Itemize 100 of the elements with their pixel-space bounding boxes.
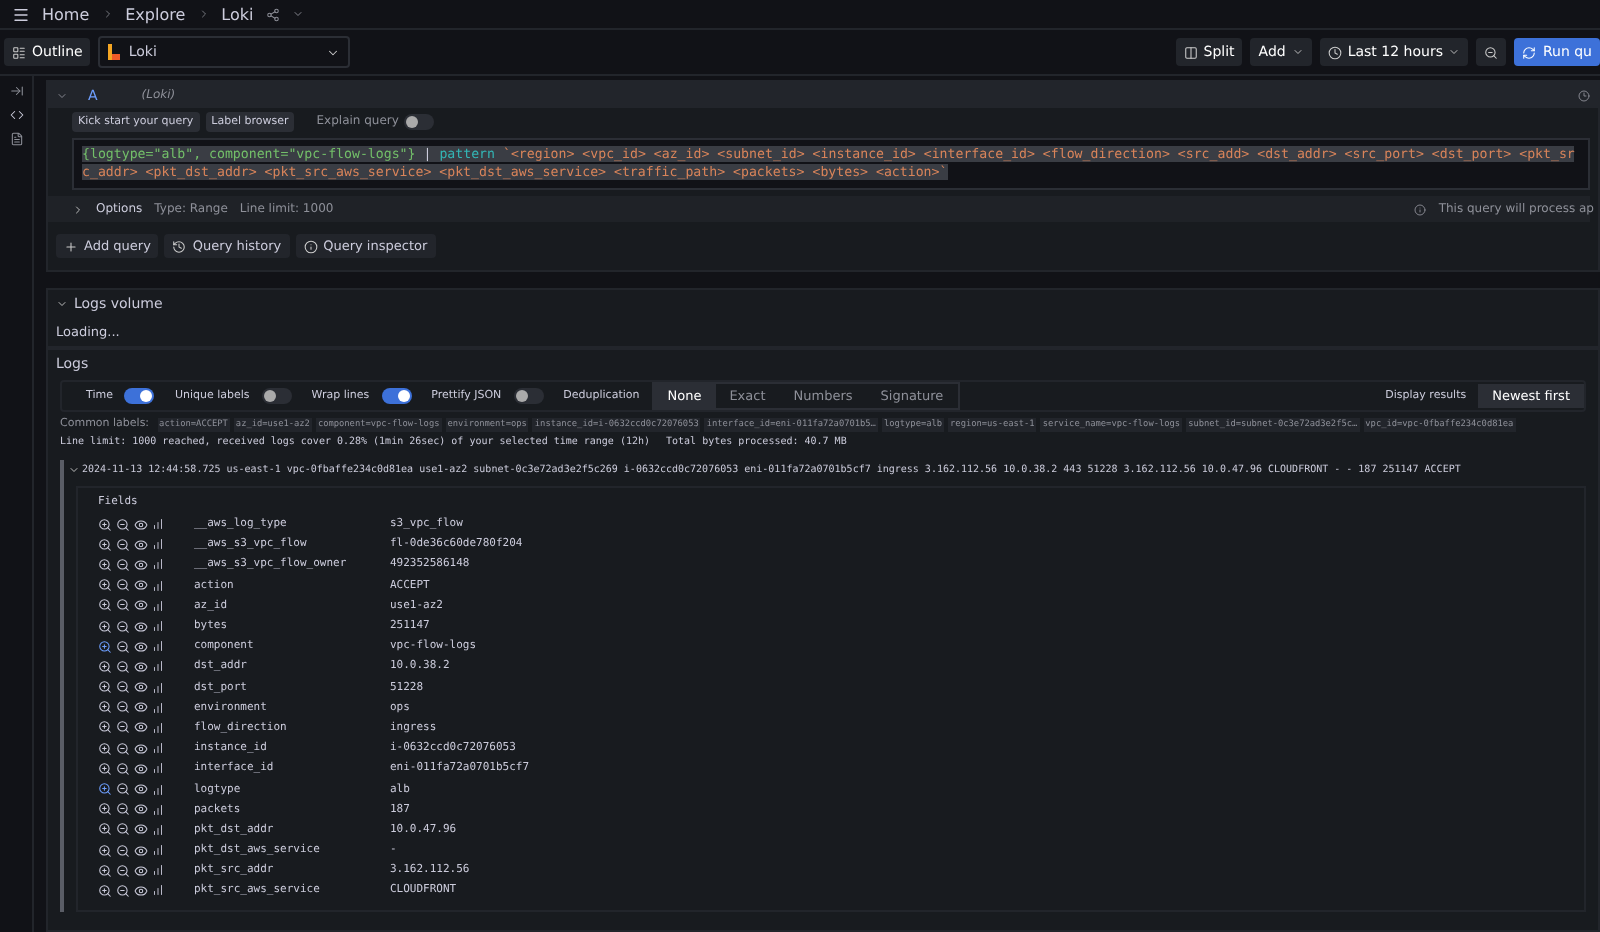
- chevron-right-icon[interactable]: [72, 203, 84, 215]
- toggle-switch[interactable]: [513, 388, 544, 404]
- zoom-in-icon[interactable]: [98, 557, 112, 572]
- bar-chart-icon[interactable]: [152, 579, 164, 592]
- eye-icon[interactable]: [134, 863, 148, 878]
- chevron-down-icon[interactable]: [56, 298, 68, 310]
- bar-chart-icon[interactable]: [152, 660, 164, 673]
- zoom-out-icon[interactable]: [116, 761, 130, 776]
- eye-icon[interactable]: [134, 619, 148, 634]
- zoom-in-icon[interactable]: [98, 578, 112, 593]
- zoom-out-icon[interactable]: [116, 863, 130, 878]
- zoom-in-icon[interactable]: [98, 598, 112, 613]
- breadcrumb-link[interactable]: Home: [42, 5, 90, 23]
- zoom-out-icon[interactable]: [116, 537, 130, 552]
- zoom-out-icon[interactable]: [116, 659, 130, 674]
- eye-icon[interactable]: [134, 843, 148, 858]
- zoom-in-icon[interactable]: [98, 517, 112, 532]
- zoom-out-icon[interactable]: [116, 578, 130, 593]
- bar-chart-icon[interactable]: [152, 558, 164, 571]
- bar-chart-icon[interactable]: [152, 538, 164, 551]
- toggle-switch[interactable]: [381, 388, 412, 404]
- bar-chart-icon[interactable]: [152, 844, 164, 857]
- code-icon[interactable]: [9, 108, 23, 122]
- eye-icon[interactable]: [134, 517, 148, 532]
- eye-icon[interactable]: [134, 883, 148, 898]
- document-icon[interactable]: [9, 132, 23, 146]
- zoom-in-icon[interactable]: [98, 741, 112, 756]
- eye-icon[interactable]: [134, 680, 148, 695]
- eye-icon[interactable]: [134, 598, 148, 613]
- bar-chart-icon[interactable]: [152, 803, 164, 816]
- zoom-out-icon: [1484, 45, 1499, 59]
- eye-icon[interactable]: [134, 802, 148, 817]
- zoom-out-icon[interactable]: [116, 557, 130, 572]
- bar-chart-icon[interactable]: [152, 599, 164, 612]
- menu-icon[interactable]: [12, 5, 30, 23]
- zoom-in-icon[interactable]: [98, 802, 112, 817]
- toggle-switch[interactable]: [404, 113, 435, 129]
- zoom-out-icon[interactable]: [116, 700, 130, 715]
- chevron-down-icon: [1291, 46, 1304, 58]
- bar-chart-icon[interactable]: [152, 742, 164, 755]
- toggle-switch[interactable]: [124, 388, 155, 404]
- chevron-right-icon: [197, 8, 210, 20]
- eye-icon[interactable]: [134, 741, 148, 756]
- zoom-in-icon[interactable]: [98, 700, 112, 715]
- clock-icon[interactable]: [1578, 89, 1590, 101]
- breadcrumb-link[interactable]: Loki: [221, 5, 254, 23]
- eye-icon[interactable]: [134, 822, 148, 837]
- eye-icon[interactable]: [134, 720, 148, 735]
- zoom-in-icon[interactable]: [98, 883, 112, 898]
- share-icon[interactable]: [265, 7, 280, 21]
- eye-icon[interactable]: [134, 761, 148, 776]
- zoom-out-icon[interactable]: [116, 782, 130, 797]
- eye-icon[interactable]: [134, 578, 148, 593]
- expand-icon[interactable]: [9, 84, 23, 98]
- zoom-in-icon[interactable]: [98, 782, 112, 797]
- zoom-in-icon[interactable]: [98, 659, 112, 674]
- zoom-in-icon[interactable]: [98, 680, 112, 695]
- zoom-out-icon[interactable]: [116, 883, 130, 898]
- bar-chart-icon[interactable]: [152, 884, 164, 897]
- bar-chart-icon[interactable]: [152, 518, 164, 531]
- bar-chart-icon[interactable]: [152, 783, 164, 796]
- eye-icon[interactable]: [134, 639, 148, 654]
- eye-icon[interactable]: [134, 659, 148, 674]
- bar-chart-icon[interactable]: [152, 701, 164, 714]
- bar-chart-icon[interactable]: [152, 864, 164, 877]
- zoom-out-icon[interactable]: [116, 843, 130, 858]
- zoom-out-icon[interactable]: [116, 639, 130, 654]
- zoom-out-icon[interactable]: [116, 598, 130, 613]
- zoom-in-icon[interactable]: [98, 822, 112, 837]
- bar-chart-icon[interactable]: [152, 681, 164, 694]
- zoom-in-icon[interactable]: [98, 537, 112, 552]
- zoom-in-icon[interactable]: [98, 843, 112, 858]
- bar-chart-icon[interactable]: [152, 620, 164, 633]
- eye-icon[interactable]: [134, 700, 148, 715]
- zoom-out-button[interactable]: [1476, 38, 1507, 66]
- bar-chart-icon[interactable]: [152, 762, 164, 775]
- info-icon: [303, 239, 318, 253]
- zoom-out-icon[interactable]: [116, 720, 130, 735]
- bar-chart-icon[interactable]: [152, 640, 164, 653]
- bar-chart-icon[interactable]: [152, 823, 164, 836]
- zoom-in-icon[interactable]: [98, 761, 112, 776]
- eye-icon[interactable]: [134, 782, 148, 797]
- zoom-out-icon[interactable]: [116, 741, 130, 756]
- zoom-out-icon[interactable]: [116, 517, 130, 532]
- eye-icon[interactable]: [134, 557, 148, 572]
- breadcrumb-link[interactable]: Explore: [125, 5, 186, 23]
- zoom-in-icon[interactable]: [98, 720, 112, 735]
- toggle-switch[interactable]: [261, 388, 292, 404]
- zoom-out-icon[interactable]: [116, 680, 130, 695]
- chevron-down-icon: [1448, 46, 1461, 58]
- zoom-in-icon[interactable]: [98, 639, 112, 654]
- chevron-icon[interactable]: [68, 463, 80, 475]
- zoom-in-icon[interactable]: [98, 619, 112, 634]
- zoom-out-icon[interactable]: [116, 822, 130, 837]
- zoom-in-icon[interactable]: [98, 863, 112, 878]
- bar-chart-icon[interactable]: [152, 721, 164, 734]
- clock-icon: [1327, 45, 1342, 59]
- zoom-out-icon[interactable]: [116, 802, 130, 817]
- eye-icon[interactable]: [134, 537, 148, 552]
- zoom-out-icon[interactable]: [116, 619, 130, 634]
